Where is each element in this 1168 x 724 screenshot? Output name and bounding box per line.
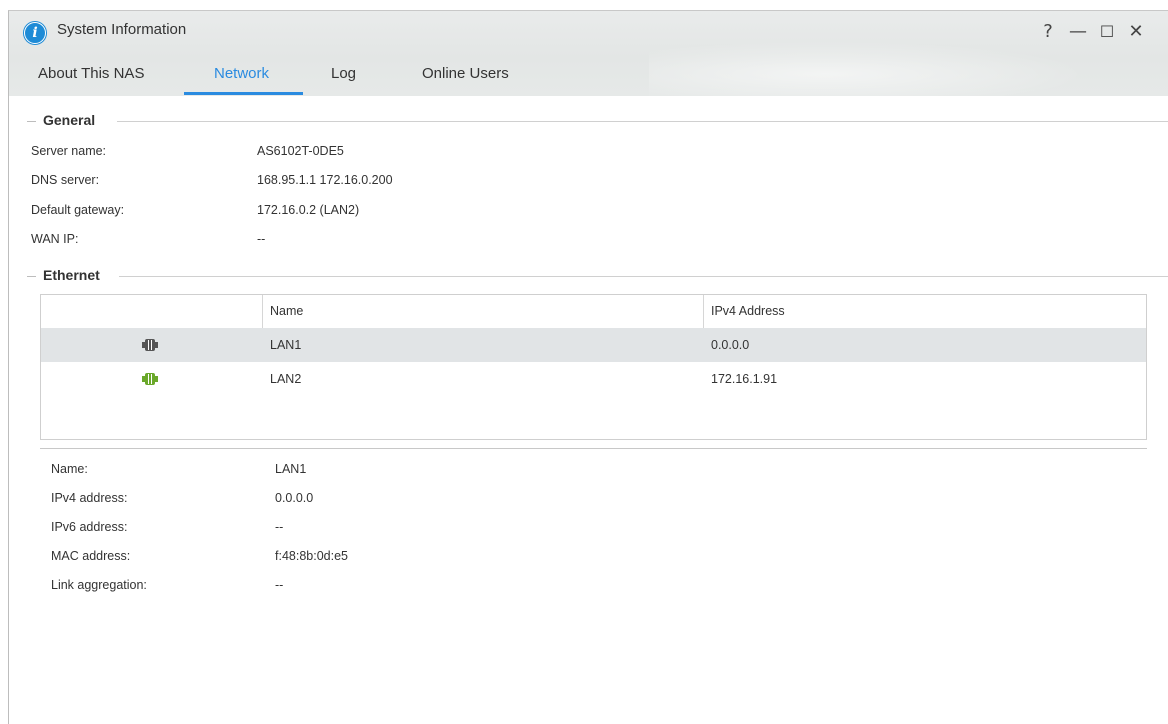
server-name-value: AS6102T-0DE5 (257, 144, 344, 158)
system-information-window: i System Information ? — ☐ ✕ About This … (8, 10, 1168, 724)
maximize-button[interactable]: ☐ (1094, 19, 1120, 45)
tab-bar: About This NAS Network Log Online Users (9, 57, 1168, 96)
table-row-lan1[interactable]: LAN1 0.0.0.0 (41, 328, 1146, 362)
ethernet-port-connected-icon (142, 373, 158, 385)
detail-mac-label: MAC address: (51, 549, 131, 563)
ethernet-heading: Ethernet (43, 267, 106, 283)
info-icon: i (24, 22, 46, 44)
lan1-name: LAN1 (270, 338, 302, 352)
general-section-header: General (27, 112, 1168, 132)
default-gateway-value: 172.16.0.2 (LAN2) (257, 203, 360, 217)
detail-ipv6-label: IPv6 address: (51, 520, 128, 534)
title-bar: i System Information ? — ☐ ✕ About This … (9, 11, 1168, 96)
ethernet-section-header: Ethernet (27, 267, 1168, 287)
detail-name-label: Name: (51, 462, 88, 476)
lan1-ipv4: 0.0.0.0 (711, 338, 750, 352)
minimize-button[interactable]: — (1065, 19, 1091, 45)
ethernet-table: Name IPv4 Address LAN1 0.0.0.0 LAN2 172.… (40, 294, 1147, 440)
active-tab-indicator (184, 92, 303, 95)
tab-online-users[interactable]: Online Users (422, 65, 509, 82)
tab-about-this-nas[interactable]: About This NAS (38, 65, 144, 82)
close-button[interactable]: ✕ (1123, 19, 1149, 45)
detail-link-aggregation-value: -- (275, 578, 284, 592)
lan2-name: LAN2 (270, 372, 302, 386)
detail-mac-value: f:48:8b:0d:e5 (275, 549, 348, 563)
details-divider (40, 448, 1147, 449)
window-title: System Information (57, 21, 187, 38)
ethernet-port-disconnected-icon (142, 339, 158, 351)
detail-ipv6-value: -- (275, 520, 284, 534)
lan2-ipv4: 172.16.1.91 (711, 372, 778, 386)
general-heading: General (43, 112, 102, 128)
tab-network[interactable]: Network (214, 65, 269, 82)
network-panel: General Server name: AS6102T-0DE5 DNS se… (9, 96, 1168, 724)
default-gateway-label: Default gateway: (31, 203, 125, 217)
server-name-label: Server name: (31, 144, 107, 158)
dns-server-value: 168.95.1.1 172.16.0.200 (257, 173, 393, 187)
detail-name-value: LAN1 (275, 462, 307, 476)
detail-link-aggregation-label: Link aggregation: (51, 578, 147, 592)
table-row-lan2[interactable]: LAN2 172.16.1.91 (41, 362, 1146, 396)
wan-ip-label: WAN IP: (31, 232, 79, 246)
detail-ipv4-value: 0.0.0.0 (275, 491, 314, 505)
column-header-ipv4-address[interactable]: IPv4 Address (711, 304, 785, 318)
wan-ip-value: -- (257, 232, 266, 246)
table-header: Name IPv4 Address (41, 295, 1146, 329)
help-button[interactable]: ? (1035, 19, 1061, 45)
column-header-name[interactable]: Name (270, 304, 303, 318)
dns-server-label: DNS server: (31, 173, 100, 187)
tab-log[interactable]: Log (331, 65, 356, 82)
detail-ipv4-label: IPv4 address: (51, 491, 128, 505)
